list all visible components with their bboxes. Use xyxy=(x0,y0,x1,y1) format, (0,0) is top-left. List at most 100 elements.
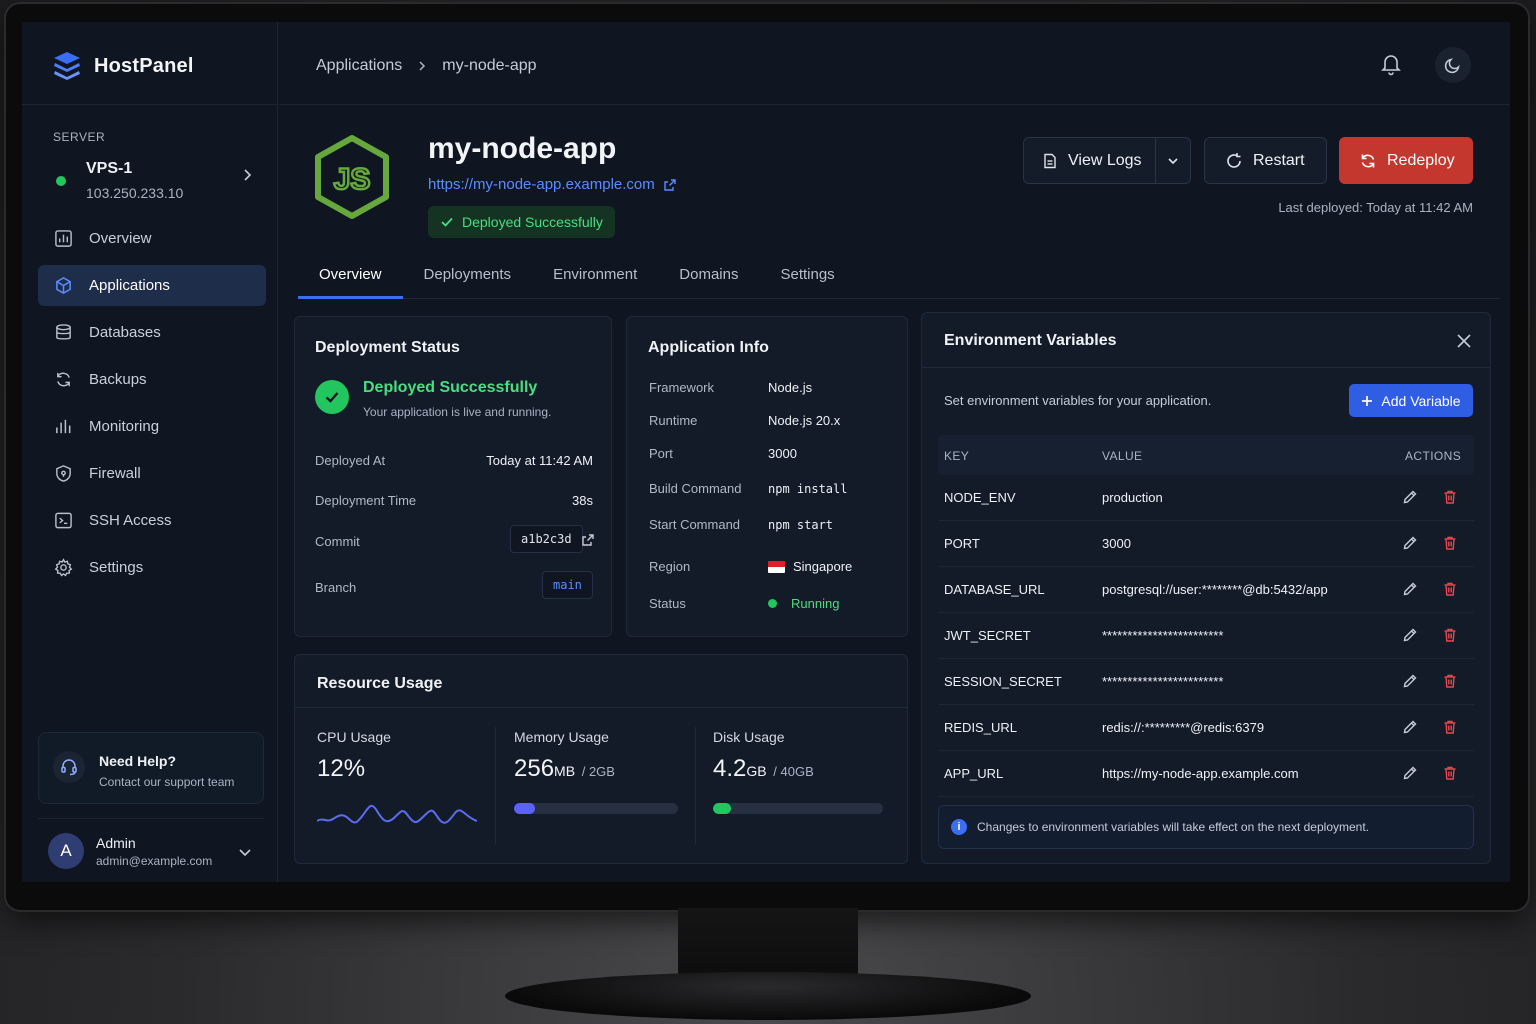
nodejs-logo-icon: JS xyxy=(315,135,389,219)
layers-logo-icon xyxy=(54,52,80,80)
status-label: Status xyxy=(649,596,686,611)
port-label: Port xyxy=(649,446,673,461)
singapore-flag-icon xyxy=(768,560,785,573)
plus-icon xyxy=(1362,395,1373,406)
trash-icon[interactable] xyxy=(1442,627,1458,643)
restart-label: Restart xyxy=(1253,151,1305,169)
tab-domains[interactable]: Domains xyxy=(658,262,759,299)
trash-icon[interactable] xyxy=(1442,535,1458,551)
view-logs-button[interactable]: View Logs xyxy=(1023,137,1191,184)
build-command-value: npm install xyxy=(768,482,848,496)
view-logs-main[interactable]: View Logs xyxy=(1024,138,1156,183)
restart-button[interactable]: Restart xyxy=(1204,137,1327,184)
monitor-base xyxy=(505,972,1031,1020)
cpu-usage: CPU Usage 12% xyxy=(317,707,487,863)
external-link-icon[interactable] xyxy=(581,533,595,547)
env-table: KEY VALUE ACTIONS NODE_ENV production PORT… xyxy=(938,435,1474,797)
cube-icon xyxy=(56,277,71,294)
bar-chart-icon xyxy=(56,419,71,434)
redeploy-button[interactable]: Redeploy xyxy=(1339,137,1473,184)
help-subtitle: Contact our support team xyxy=(99,775,235,789)
brand[interactable]: HostPanel xyxy=(52,50,194,82)
sidebar-item-databases[interactable]: Databases xyxy=(38,312,266,353)
tab-settings[interactable]: Settings xyxy=(759,262,855,299)
sidebar-item-backups[interactable]: Backups xyxy=(38,359,266,400)
trash-icon[interactable] xyxy=(1442,719,1458,735)
region-label: Region xyxy=(649,559,691,574)
deployed-at-label: Deployed At xyxy=(315,453,386,468)
sidebar-item-ssh-access[interactable]: SSH Access xyxy=(38,500,266,541)
info-icon: i xyxy=(951,819,967,835)
sidebar-item-label: SSH Access xyxy=(89,512,172,529)
commit-hash[interactable]: a1b2c3d xyxy=(510,525,583,553)
status-text: Running xyxy=(791,596,840,611)
success-check-icon xyxy=(315,380,349,414)
server-status-dot xyxy=(56,176,66,186)
trash-icon[interactable] xyxy=(1442,673,1458,689)
sidebar-item-label: Monitoring xyxy=(89,418,160,435)
memory-value-line: 256MB / 2GB xyxy=(514,755,615,783)
trash-icon[interactable] xyxy=(1442,489,1458,505)
tab-overview[interactable]: Overview xyxy=(298,262,403,299)
bell-icon[interactable] xyxy=(1379,52,1403,76)
user-email: admin@example.com xyxy=(96,854,213,868)
pencil-icon[interactable] xyxy=(1402,489,1418,505)
memory-label: Memory Usage xyxy=(514,729,609,745)
breadcrumb: Applications my-node-app xyxy=(316,57,537,75)
memory-total: / 2GB xyxy=(581,764,615,779)
database-icon xyxy=(56,324,71,340)
pencil-icon[interactable] xyxy=(1402,581,1418,597)
pencil-icon[interactable] xyxy=(1402,765,1418,781)
pencil-icon[interactable] xyxy=(1402,627,1418,643)
sidebar-item-overview[interactable]: Overview xyxy=(38,218,266,259)
app-url-link[interactable]: https://my-node-app.example.com xyxy=(428,176,677,193)
pencil-icon[interactable] xyxy=(1402,535,1418,551)
add-variable-button[interactable]: Add Variable xyxy=(1349,384,1473,417)
memory-progress-fill xyxy=(514,803,535,814)
add-variable-label: Add Variable xyxy=(1381,392,1461,409)
table-row: DATABASE_URL postgresql://user:********@d… xyxy=(938,567,1474,613)
sidebar-nav: Overview Applications Databases Backups … xyxy=(38,218,266,594)
memory-usage: Memory Usage 256MB / 2GB xyxy=(514,707,684,863)
server-selector[interactable]: VPS-1 103.250.233.10 xyxy=(48,152,260,204)
start-command-value: npm start xyxy=(768,518,834,532)
env-value: ************************ xyxy=(1102,628,1224,643)
breadcrumb-current: my-node-app xyxy=(442,57,537,74)
application-info-card: Application Info Framework Node.js Runti… xyxy=(626,316,908,637)
theme-toggle-button[interactable] xyxy=(1435,47,1471,83)
tab-deployments[interactable]: Deployments xyxy=(403,262,533,299)
topbar: Applications my-node-app xyxy=(279,22,1510,105)
env-value: https://my-node-app.example.com xyxy=(1102,766,1299,781)
pencil-icon[interactable] xyxy=(1402,719,1418,735)
user-menu[interactable]: A Admin admin@example.com xyxy=(38,818,264,878)
framework-label: Framework xyxy=(649,380,715,395)
view-logs-dropdown[interactable] xyxy=(1156,155,1190,167)
app-url-text: https://my-node-app.example.com xyxy=(428,176,655,193)
deploy-time-label: Deployment Time xyxy=(315,493,417,508)
sidebar-item-monitoring[interactable]: Monitoring xyxy=(38,406,266,447)
redeploy-label: Redeploy xyxy=(1387,151,1455,169)
breadcrumb-parent[interactable]: Applications xyxy=(316,57,402,75)
disk-total: / 40GB xyxy=(773,764,814,779)
view-logs-label: View Logs xyxy=(1068,151,1142,169)
env-key: JWT_SECRET xyxy=(944,628,1031,643)
logo-text: JS xyxy=(334,163,371,196)
tab-environment[interactable]: Environment xyxy=(532,262,658,299)
env-key: NODE_ENV xyxy=(944,490,1016,505)
deployed-at-value: Today at 11:42 AM xyxy=(486,453,593,468)
trash-icon[interactable] xyxy=(1442,765,1458,781)
framework-value: Node.js xyxy=(768,380,813,395)
disk-unit: GB xyxy=(746,763,767,779)
trash-icon[interactable] xyxy=(1442,581,1458,597)
memory-unit: MB xyxy=(554,763,576,779)
sidebar-item-applications[interactable]: Applications xyxy=(38,265,266,306)
help-card[interactable]: Need Help? Contact our support team xyxy=(38,732,264,804)
divider xyxy=(495,727,496,845)
close-icon[interactable] xyxy=(1456,333,1472,349)
help-title: Need Help? xyxy=(99,753,177,769)
pencil-icon[interactable] xyxy=(1402,673,1418,689)
sidebar-item-settings[interactable]: Settings xyxy=(38,547,266,588)
sidebar-item-firewall[interactable]: Firewall xyxy=(38,453,266,494)
check-icon xyxy=(441,217,453,227)
card-title: Deployment Status xyxy=(315,339,460,356)
